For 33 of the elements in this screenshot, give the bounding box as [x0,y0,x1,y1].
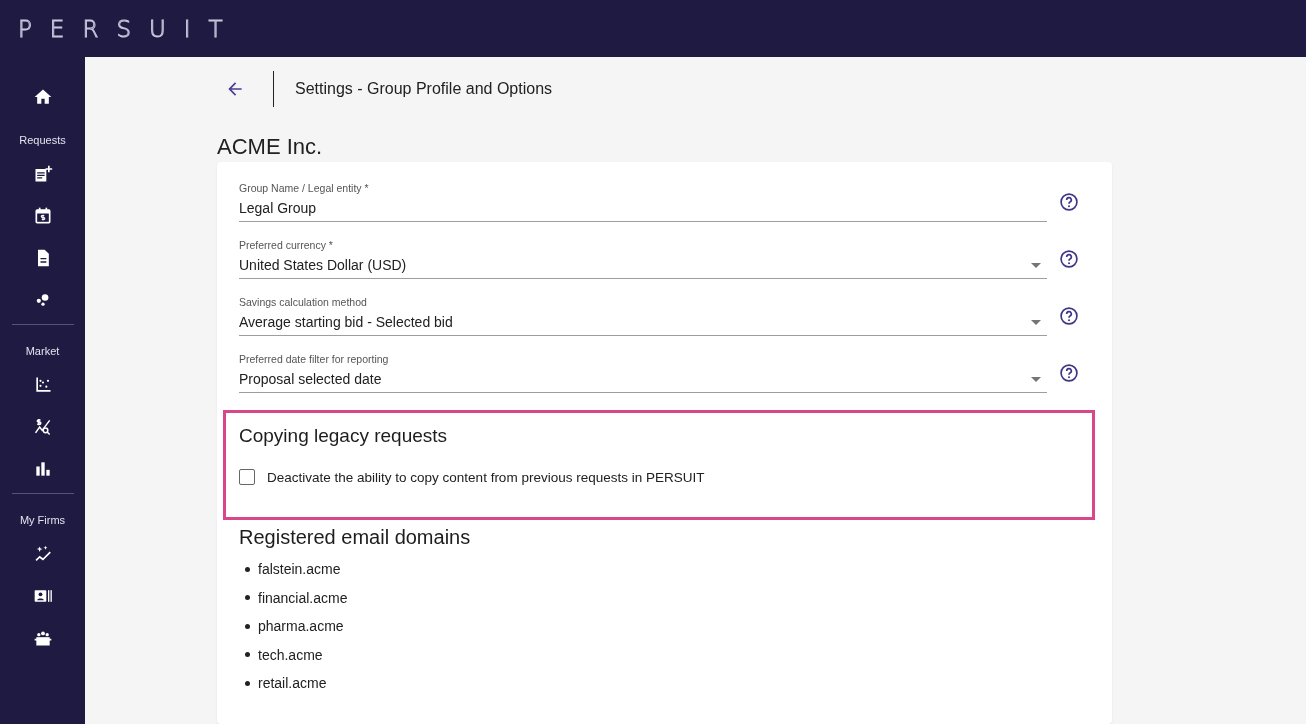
select-field[interactable]: Savings calculation method Average starting bid - Selected bid [239,296,1047,336]
help-icon[interactable] [1059,363,1079,383]
price-search-icon[interactable] [32,417,53,437]
home-icon[interactable] [32,87,53,107]
dropdown-caret-icon[interactable] [1031,377,1041,382]
sidebar-section-label: Market [25,345,60,357]
domain-item: pharma.acme [258,618,344,635]
bullet-icon [245,566,250,572]
select-field[interactable]: Preferred date filter for reporting Proposal selected date [239,353,1047,393]
dropdown-caret-icon[interactable] [1031,320,1041,325]
bullet-icon [245,623,250,629]
section-heading: Copying legacy requests [239,425,449,447]
help-icon[interactable] [1059,192,1079,212]
checkbox[interactable] [239,469,255,485]
bullet-icon [245,652,250,658]
domain-item: retail.acme [258,675,327,692]
select-field[interactable]: Preferred currency * United States Dollar (USD) [239,239,1047,279]
bullet-icon [245,680,250,686]
help-icon[interactable] [1059,306,1079,326]
domain-item: financial.acme [258,589,348,606]
sidebar-section-label: My Firms [19,514,66,526]
section-heading: Registered email domains [239,526,472,549]
logo: PERSUIT [18,15,241,42]
dropdown-caret-icon[interactable] [1031,263,1041,268]
help-icon[interactable] [1059,249,1079,269]
bullet-icon [245,595,250,601]
domain-item: falstein.acme [258,561,341,578]
input-field[interactable]: Group Name / Legal entity * Legal Group [239,182,1047,222]
group-name-heading: ACME Inc. [217,134,324,160]
sidebar-section-label: Requests [19,134,66,146]
page-title: Settings - Group Profile and Options [295,80,553,98]
checkbox-label: Deactivate the ability to copy content from previous requests in PERSUIT [267,469,705,485]
domain-item: tech.acme [258,646,323,663]
